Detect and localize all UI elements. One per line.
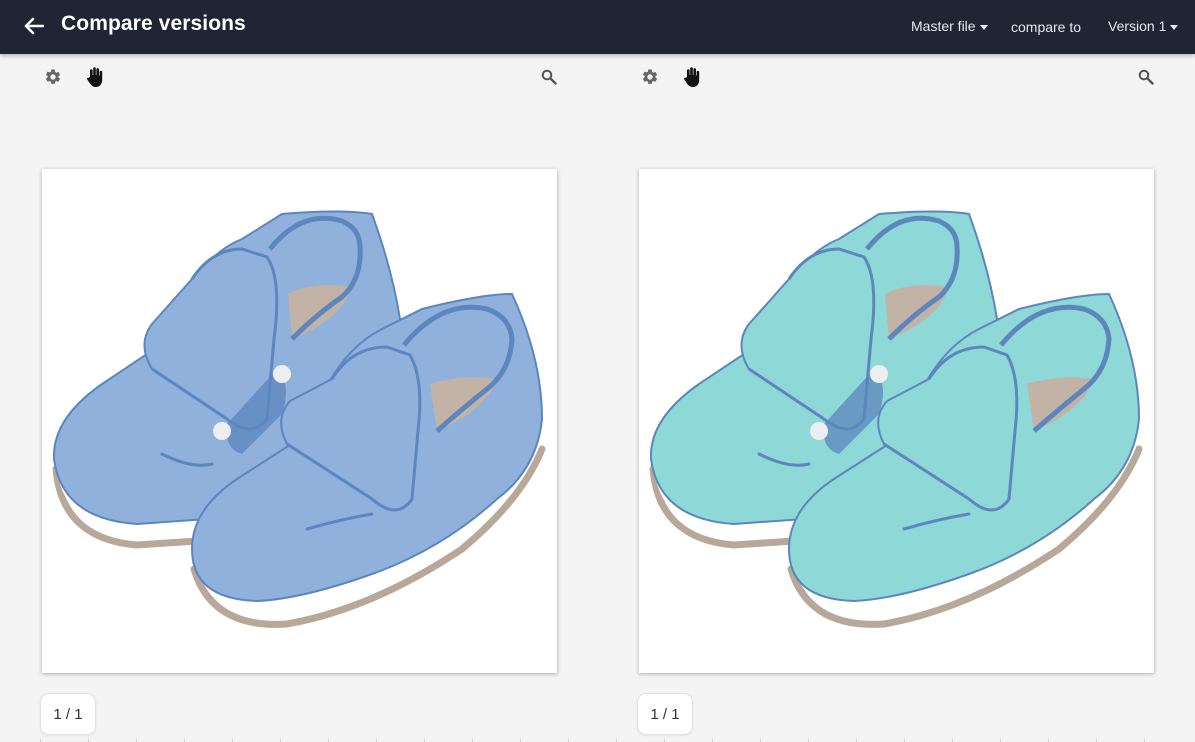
version-dropdown[interactable]: Version 1 bbox=[1108, 18, 1179, 34]
page-title: Compare versions bbox=[61, 12, 246, 35]
version-label: Version 1 bbox=[1108, 18, 1167, 34]
caret-down-icon bbox=[979, 24, 988, 30]
master-file-dropdown[interactable]: Master file bbox=[911, 18, 988, 34]
back-arrow-icon[interactable] bbox=[22, 14, 46, 38]
shoes-illustration-master bbox=[52, 210, 546, 628]
compare-image-card[interactable] bbox=[639, 169, 1154, 673]
shoes-illustration-version bbox=[649, 210, 1143, 628]
page-indicator-master[interactable]: 1 / 1 bbox=[40, 693, 96, 735]
master-file-label: Master file bbox=[911, 18, 976, 34]
zoom-magnifier-icon[interactable] bbox=[538, 66, 560, 88]
master-image-card[interactable] bbox=[42, 169, 557, 673]
top-bar: Compare versions Master file compare to … bbox=[0, 0, 1195, 54]
pan-hand-icon[interactable] bbox=[85, 66, 107, 88]
page-indicator-version[interactable]: 1 / 1 bbox=[637, 693, 693, 735]
settings-gear-icon[interactable] bbox=[639, 66, 661, 88]
compare-to-text: compare to bbox=[1011, 19, 1082, 35]
pan-hand-icon[interactable] bbox=[682, 66, 704, 88]
caret-down-icon bbox=[1170, 24, 1179, 30]
settings-gear-icon[interactable] bbox=[42, 66, 64, 88]
zoom-magnifier-icon[interactable] bbox=[1135, 66, 1157, 88]
compare-to-label: compare to bbox=[1011, 19, 1081, 35]
